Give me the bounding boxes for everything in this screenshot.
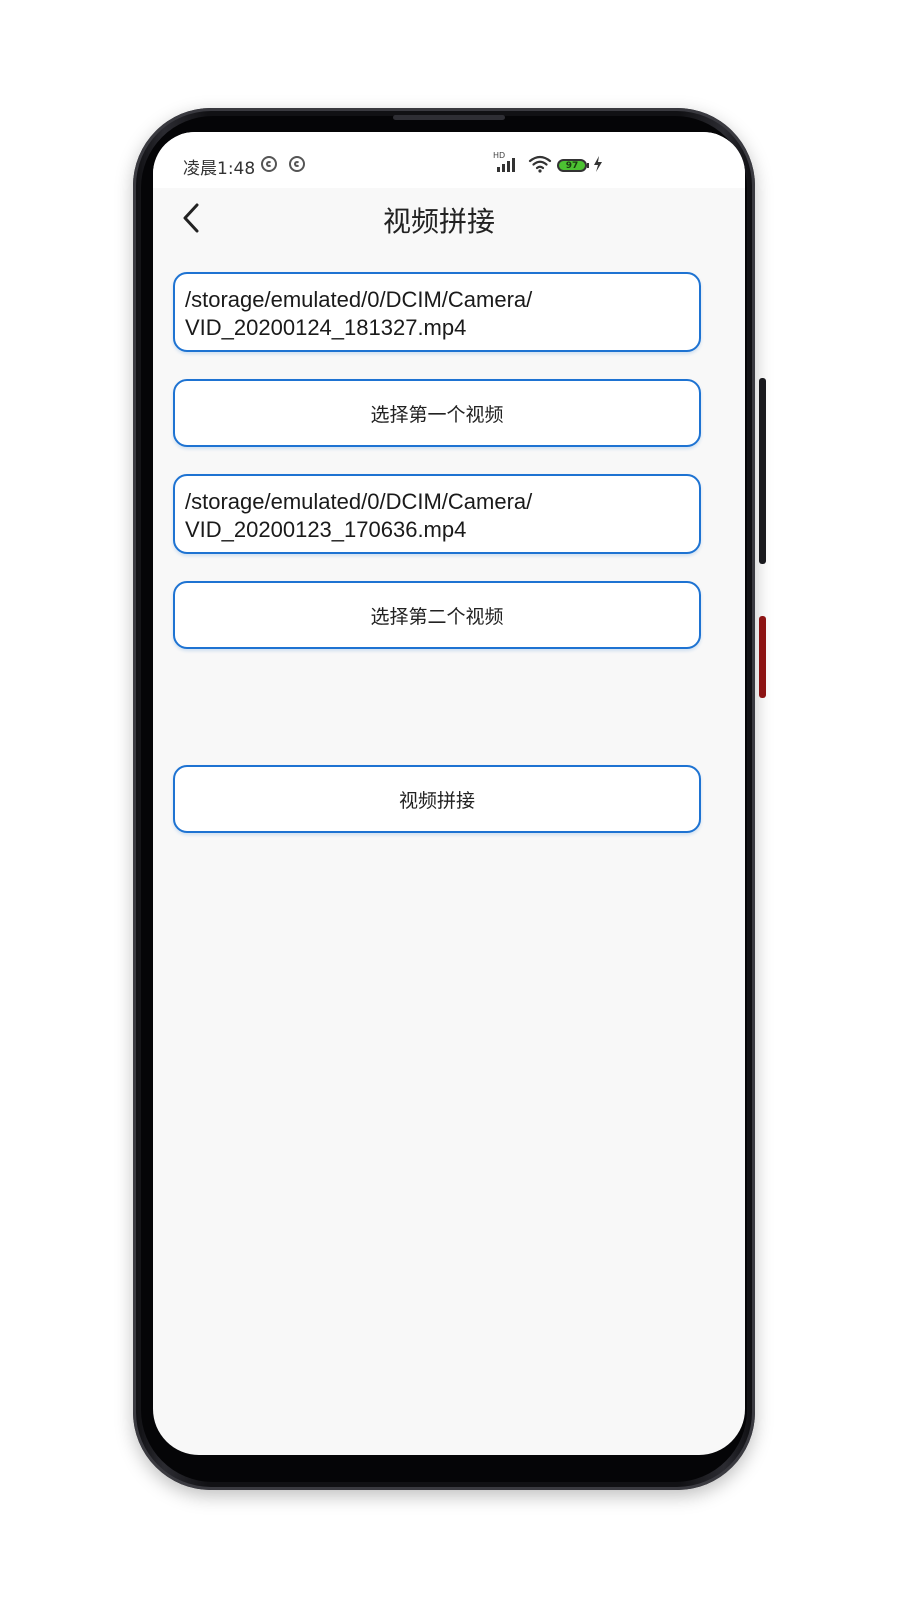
- first-video-path-field[interactable]: /storage/emulated/0/DCIM/Camera/ VID_202…: [173, 272, 701, 352]
- device-frame: 凌晨1:48 HD 97 视频拼接 /storage/emulated/0/DC…: [0, 0, 900, 1600]
- second-video-path-line2: VID_20200123_170636.mp4: [185, 517, 467, 542]
- battery-tip: [587, 163, 589, 168]
- notification-app-icon: [289, 156, 305, 172]
- volume-key: [759, 378, 766, 564]
- signal-bar: [497, 167, 500, 172]
- notification-app-icon: [261, 156, 277, 172]
- select-first-video-button[interactable]: 选择第一个视频: [173, 379, 701, 447]
- signal-bar: [512, 158, 515, 172]
- battery-icon: 97: [557, 159, 587, 172]
- hd-label: HD: [493, 151, 506, 160]
- charging-icon: [594, 156, 602, 172]
- battery-level: 97: [565, 161, 579, 171]
- wifi-icon: [528, 155, 552, 173]
- earpiece: [393, 115, 505, 120]
- status-bar: 凌晨1:48 HD 97: [153, 132, 745, 188]
- second-video-path-line1: /storage/emulated/0/DCIM/Camera/: [185, 489, 533, 514]
- second-video-path-field[interactable]: /storage/emulated/0/DCIM/Camera/ VID_202…: [173, 474, 701, 554]
- cellular-signal-icon: HD: [493, 151, 519, 174]
- screen: 凌晨1:48 HD 97 视频拼接 /storage/emulated/0/DC…: [153, 132, 745, 1455]
- signal-bar: [502, 164, 505, 172]
- select-second-video-button[interactable]: 选择第二个视频: [173, 581, 701, 649]
- first-video-path-line2: VID_20200124_181327.mp4: [185, 315, 467, 340]
- signal-bar: [507, 161, 510, 172]
- merge-video-button[interactable]: 视频拼接: [173, 765, 701, 833]
- power-key: [759, 616, 766, 698]
- app-bar: 视频拼接: [153, 188, 745, 252]
- first-video-path-line1: /storage/emulated/0/DCIM/Camera/: [185, 287, 533, 312]
- page-title: 视频拼接: [382, 205, 495, 238]
- status-time: 凌晨1:48: [183, 159, 256, 179]
